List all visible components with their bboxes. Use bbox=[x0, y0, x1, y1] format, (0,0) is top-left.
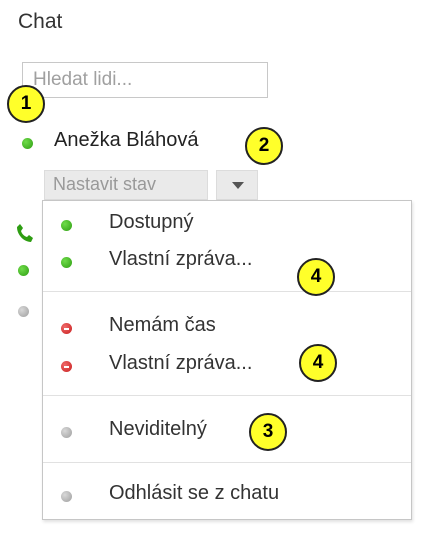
busy-status-icon bbox=[61, 323, 72, 334]
contact-status-icon bbox=[18, 265, 29, 276]
callout-badge-4: 4 bbox=[297, 258, 335, 296]
menu-divider bbox=[43, 462, 411, 463]
menu-item-sign-out[interactable]: Odhlásit se z chatu bbox=[43, 479, 411, 513]
menu-item-label: Neviditelný bbox=[109, 418, 207, 440]
menu-item-available[interactable]: Dostupný bbox=[43, 208, 411, 242]
menu-item-invisible[interactable]: Neviditelný bbox=[43, 415, 411, 449]
status-dropdown-arrow-icon[interactable] bbox=[216, 170, 258, 200]
menu-item-busy-custom-message[interactable]: Vlastní zpráva... bbox=[43, 349, 411, 383]
callout-badge-3: 3 bbox=[249, 413, 287, 451]
user-name[interactable]: Anežka Bláhová bbox=[54, 129, 199, 152]
available-status-icon bbox=[61, 257, 72, 268]
menu-item-label: Dostupný bbox=[109, 211, 194, 233]
phone-icon bbox=[16, 223, 34, 248]
online-status-icon bbox=[22, 138, 33, 149]
chat-title: Chat bbox=[18, 10, 63, 33]
available-status-icon bbox=[61, 220, 72, 231]
menu-item-label: Nemám čas bbox=[109, 314, 216, 336]
status-menu: Dostupný Vlastní zpráva... Nemám čas Vla… bbox=[42, 200, 412, 520]
invisible-status-icon bbox=[61, 427, 72, 438]
set-status-button[interactable]: Nastavit stav bbox=[44, 170, 208, 200]
menu-item-label: Vlastní zpráva... bbox=[109, 248, 253, 270]
callout-badge-1: 1 bbox=[7, 85, 45, 123]
menu-item-available-custom-message[interactable]: Vlastní zpráva... bbox=[43, 245, 411, 279]
busy-status-icon bbox=[61, 361, 72, 372]
contact-offline-icon bbox=[18, 306, 29, 317]
menu-item-busy[interactable]: Nemám čas bbox=[43, 311, 411, 345]
callout-badge-4: 4 bbox=[299, 344, 337, 382]
menu-item-label: Vlastní zpráva... bbox=[109, 352, 253, 374]
callout-badge-2: 2 bbox=[245, 127, 283, 165]
menu-divider bbox=[43, 291, 411, 292]
menu-item-label: Odhlásit se z chatu bbox=[109, 482, 280, 504]
menu-divider bbox=[43, 395, 411, 396]
search-people-input[interactable] bbox=[22, 62, 268, 98]
sign-out-status-icon bbox=[61, 491, 72, 502]
